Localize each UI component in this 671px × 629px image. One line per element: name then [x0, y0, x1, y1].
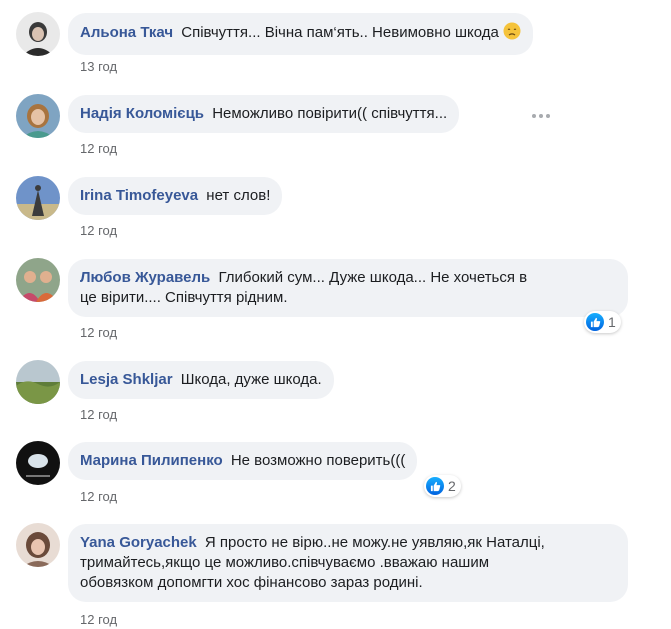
comment-author[interactable]: Lesja Shkljar — [80, 371, 173, 388]
avatar[interactable] — [16, 360, 60, 404]
avatar[interactable] — [16, 12, 60, 56]
avatar[interactable] — [16, 523, 60, 567]
comment-timestamp[interactable]: 12 год — [80, 141, 117, 156]
like-thumb-icon — [426, 477, 444, 495]
comment-author[interactable]: Альона Ткач — [80, 24, 173, 41]
comment-text: Співчуття... Вічна пам‘ять.. Невимовно ш… — [181, 24, 499, 41]
comment-bubble: Irina Timofeyeva нет слов! — [68, 177, 283, 215]
comment-bubble: Альона Ткач Співчуття... Вічна пам‘ять..… — [68, 13, 534, 55]
comment-author[interactable]: Надія Коломієць — [80, 105, 204, 122]
comment-author[interactable]: Любов Журавель — [80, 269, 210, 286]
comment-text: Не возможно поверить((( — [230, 452, 406, 469]
comment-timestamp[interactable]: 12 год — [80, 612, 117, 627]
comment-bubble: Надія Коломієць Неможливо повірити(( спі… — [68, 95, 460, 133]
comment-timestamp[interactable]: 12 год — [80, 325, 117, 340]
comment-bubble: Lesja Shkljar Шкода, дуже шкода. — [68, 361, 334, 399]
comment-bubble: Любов Журавель Глибокий сум... Дуже шкод… — [68, 259, 628, 317]
comment-text: нет слов! — [206, 187, 271, 204]
avatar[interactable] — [16, 176, 60, 220]
comment-timestamp[interactable]: 12 год — [80, 489, 117, 504]
avatar[interactable] — [16, 258, 60, 302]
comment-text: Неможливо повірити(( співчуття... — [212, 105, 448, 122]
comment-bubble: Yana Goryachek Я просто не вірю..не можу… — [68, 524, 628, 602]
reaction-number: 2 — [448, 478, 456, 494]
comment-text-line-2: тримайтесь,якщо це можливо.співчуваємо .… — [80, 554, 490, 571]
comment-text: Шкода, дуже шкода. — [180, 371, 322, 388]
comment-timestamp[interactable]: 12 год — [80, 407, 117, 422]
reaction-count[interactable]: 1 — [584, 311, 621, 333]
comment-bubble: Марина Пилипенко Не возможно поверить((( — [68, 442, 418, 480]
comment-text: Я просто не вірю..не можу.не уявляю,як Н… — [204, 534, 545, 551]
comment-text-line-3: обовязком допомгти хос фінансово зараз р… — [80, 574, 423, 591]
disappointed-face-emoji — [503, 22, 521, 46]
comment-author[interactable]: Yana Goryachek — [80, 534, 197, 551]
avatar[interactable] — [16, 94, 60, 138]
comment-timestamp[interactable]: 12 год — [80, 223, 117, 238]
comment-timestamp[interactable]: 13 год — [80, 59, 117, 74]
like-thumb-icon — [586, 313, 604, 331]
comment-author[interactable]: Irina Timofeyeva — [80, 187, 198, 204]
reaction-count[interactable]: 2 — [424, 475, 461, 497]
comment-text-line-2: це вірити.... Співчуття рідним. — [80, 289, 288, 306]
avatar[interactable] — [16, 441, 60, 485]
comment-author[interactable]: Марина Пилипенко — [80, 452, 223, 469]
comment-text: Глибокий сум... Дуже шкода... Не хочетьс… — [218, 269, 528, 286]
more-options-icon[interactable] — [527, 102, 555, 130]
reaction-number: 1 — [608, 314, 616, 330]
